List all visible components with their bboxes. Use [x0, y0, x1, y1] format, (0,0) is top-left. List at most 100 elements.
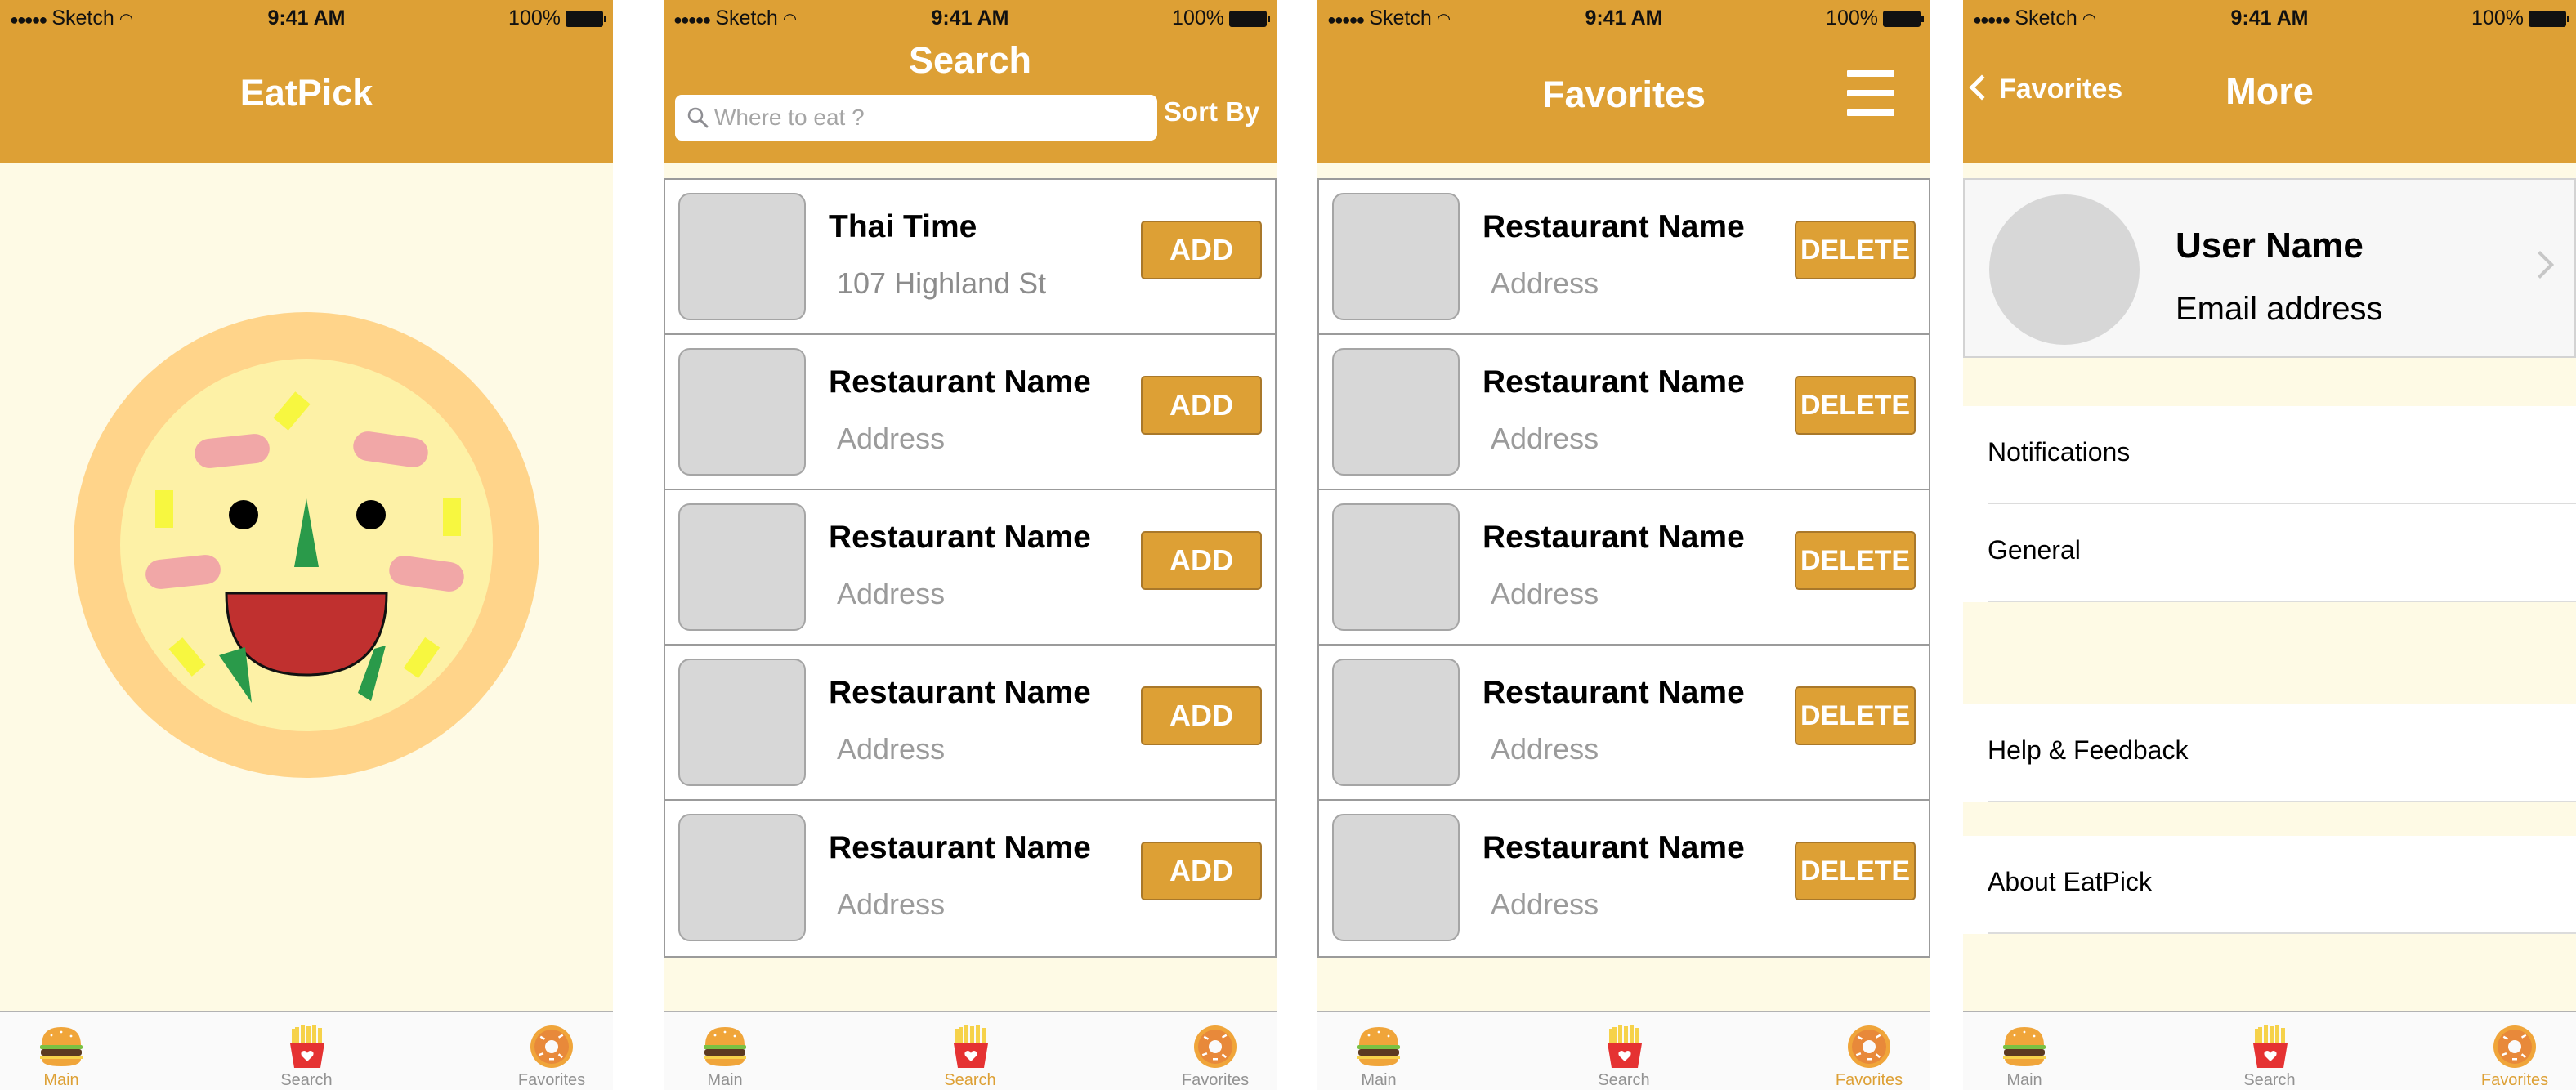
donut-icon: [2493, 1025, 2536, 1068]
restaurant-row[interactable]: Restaurant Name Address ADD: [665, 646, 1275, 801]
restaurant-name: Restaurant Name: [829, 675, 1091, 710]
restaurant-row[interactable]: Restaurant Name Address DELETE: [1319, 335, 1929, 490]
delete-button[interactable]: DELETE: [1795, 531, 1916, 590]
restaurant-row[interactable]: Restaurant Name Address ADD: [665, 801, 1275, 956]
status-bar: ●●●●● Sketch ◠ 9:41 AM 100%: [0, 0, 613, 39]
restaurant-row[interactable]: Restaurant Name Address DELETE: [1319, 490, 1929, 646]
settings-item-help[interactable]: Help & Feedback: [1963, 704, 2576, 802]
sort-by-button[interactable]: Sort By: [1164, 96, 1259, 127]
add-button[interactable]: ADD: [1141, 686, 1262, 745]
restaurant-image: [1332, 503, 1460, 631]
restaurant-row[interactable]: Thai Time 107 Highland St ADD: [665, 180, 1275, 335]
tab-label: Search: [280, 1071, 333, 1089]
tab-main[interactable]: Main: [1963, 1012, 2086, 1090]
settings-label: General: [1988, 535, 2081, 565]
burger-icon: [40, 1027, 83, 1066]
tab-bar: Main Search Favorites: [0, 1011, 613, 1090]
page-title: More: [2225, 70, 2314, 112]
burger-icon: [704, 1027, 746, 1066]
add-button[interactable]: ADD: [1141, 221, 1262, 279]
page-title: Favorites: [1541, 74, 1706, 115]
tab-search[interactable]: Search: [2208, 1012, 2331, 1090]
settings-item-general[interactable]: General: [1963, 504, 2576, 602]
tab-favorites[interactable]: Favorites: [1154, 1012, 1277, 1090]
fries-icon: [290, 1025, 324, 1068]
fries-icon: [954, 1025, 988, 1068]
tab-main[interactable]: Main: [0, 1012, 123, 1090]
tab-label: Main: [707, 1071, 743, 1089]
tab-bar: Main Search Favorites: [664, 1011, 1277, 1090]
delete-button[interactable]: DELETE: [1795, 376, 1916, 435]
restaurant-row[interactable]: Restaurant Name Address ADD: [665, 335, 1275, 490]
more-screen: ●●●●● Sketch ◠ 9:41 AM 100% Favorites Mor…: [1963, 0, 2576, 1090]
add-button[interactable]: ADD: [1141, 531, 1262, 590]
favorites-screen: ●●●●● Sketch ◠ 9:41 AM 100% Favorites Res…: [1317, 0, 1930, 1090]
restaurant-row[interactable]: Restaurant Name Address ADD: [665, 490, 1275, 646]
status-bar: ●●●●● Sketch ◠ 9:41 AM 100%: [664, 0, 1277, 39]
search-input[interactable]: [714, 100, 1147, 136]
restaurant-image: [678, 193, 806, 320]
donut-icon: [1194, 1025, 1237, 1068]
restaurant-address: Address: [1491, 577, 1599, 610]
restaurant-row[interactable]: Restaurant Name Address DELETE: [1319, 801, 1929, 956]
restaurant-row[interactable]: Restaurant Name Address DELETE: [1319, 646, 1929, 801]
user-email: Email address: [2176, 291, 2383, 327]
delete-button[interactable]: DELETE: [1795, 842, 1916, 900]
battery: 100%: [1826, 7, 1924, 30]
restaurant-image: [678, 503, 806, 631]
tab-search[interactable]: Search: [1563, 1012, 1685, 1090]
tab-favorites[interactable]: Favorites: [2453, 1012, 2576, 1090]
tab-search[interactable]: Search: [245, 1012, 368, 1090]
tab-bar: Main Search Favorites: [1963, 1011, 2576, 1090]
restaurant-name: Restaurant Name: [1483, 675, 1745, 710]
tab-label: Main: [2006, 1071, 2042, 1089]
search-icon: [687, 107, 709, 128]
restaurant-address: Address: [837, 732, 946, 766]
restaurant-name: Restaurant Name: [829, 830, 1091, 865]
add-button[interactable]: ADD: [1141, 376, 1262, 435]
menu-icon[interactable]: [1847, 70, 1894, 116]
settings-item-notifications[interactable]: Notifications: [1963, 406, 2576, 504]
restaurant-row[interactable]: Restaurant Name Address DELETE: [1319, 180, 1929, 335]
restaurant-name: Restaurant Name: [1483, 209, 1745, 244]
main-screen: ●●●●● Sketch ◠ 9:41 AM 100% EatPick Main…: [0, 0, 613, 1090]
page-title: EatPick: [239, 72, 373, 114]
pizza-face-logo: [74, 312, 539, 778]
restaurant-name: Restaurant Name: [1483, 830, 1745, 865]
tab-search[interactable]: Search: [909, 1012, 1031, 1090]
fries-icon: [1608, 1025, 1642, 1068]
profile-card[interactable]: User Name Email address: [1963, 178, 2576, 358]
battery-icon: [1229, 11, 1270, 28]
battery-icon: [2529, 11, 2569, 28]
settings-label: About EatPick: [1988, 867, 2152, 896]
tab-favorites[interactable]: Favorites: [1808, 1012, 1930, 1090]
search-results-list: Thai Time 107 Highland St ADD Restaurant…: [664, 178, 1277, 958]
settings-item-about[interactable]: About EatPick: [1963, 836, 2576, 934]
navigation-bar: ●●●●● Sketch ◠ 9:41 AM 100% EatPick: [0, 0, 613, 163]
restaurant-image: [678, 348, 806, 476]
restaurant-image: [1332, 348, 1460, 476]
restaurant-address: Address: [837, 577, 946, 610]
donut-icon: [530, 1025, 573, 1068]
avatar: [1989, 194, 2140, 345]
tab-label: Favorites: [2480, 1071, 2549, 1089]
restaurant-address: Address: [1491, 887, 1599, 921]
divider: [1988, 801, 2576, 802]
page-title: Search: [908, 39, 1032, 81]
tab-main[interactable]: Main: [664, 1012, 786, 1090]
donut-icon: [1848, 1025, 1890, 1068]
restaurant-image: [678, 814, 806, 941]
delete-button[interactable]: DELETE: [1795, 686, 1916, 745]
restaurant-address: Address: [837, 887, 946, 921]
add-button[interactable]: ADD: [1141, 842, 1262, 900]
search-bar: [675, 95, 1157, 141]
restaurant-address: Address: [837, 422, 946, 455]
restaurant-name: Restaurant Name: [829, 364, 1091, 400]
tab-favorites[interactable]: Favorites: [490, 1012, 613, 1090]
delete-button[interactable]: DELETE: [1795, 221, 1916, 279]
restaurant-address: Address: [1491, 422, 1599, 455]
burger-icon: [2003, 1027, 2046, 1066]
tab-main[interactable]: Main: [1317, 1012, 1440, 1090]
restaurant-name: Thai Time: [829, 209, 977, 244]
search-screen: ●●●●● Sketch◠ 9:41 AM 100% Search Sort B…: [664, 0, 1277, 1090]
